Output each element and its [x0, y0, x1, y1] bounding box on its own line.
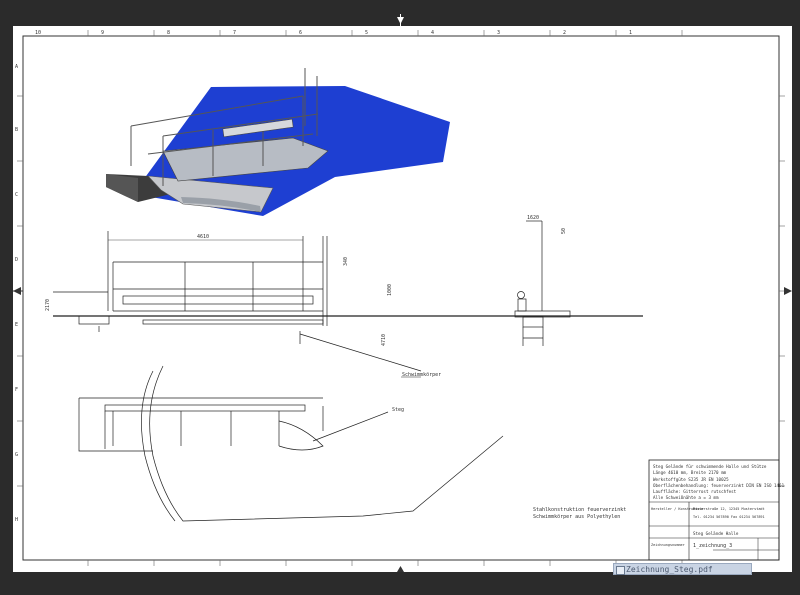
dim-length: 4610 — [197, 234, 209, 240]
title-line6: Alle Schweißnähte a = 3 mm — [653, 495, 719, 500]
centering-marks — [13, 287, 792, 572]
title-line4: Oberflächenbehandlung: feuerverzinkt DIN… — [653, 483, 785, 488]
title-line3: Werkstoffgüte S235 JR EN 10025 — [653, 477, 729, 482]
frame-num: 6 — [299, 30, 302, 36]
plan-view — [78, 365, 504, 522]
pdf-file-icon — [616, 566, 625, 575]
frame-letter: D — [15, 257, 18, 263]
file-tab[interactable]: Zeichnung_Steg.pdf — [613, 563, 752, 575]
frame-num: 2 — [563, 30, 566, 36]
field-label: Zeichnungsnummer — [651, 543, 685, 547]
frame-letter: G — [15, 452, 18, 458]
title-line2: Länge 4610 mm, Breite 2170 mm — [653, 470, 727, 475]
drawing-name: Steg Gelände Halle — [693, 531, 739, 536]
side-view — [53, 231, 643, 372]
end-view — [514, 220, 571, 346]
frame-num: 9 — [101, 30, 104, 36]
file-tab-label: Zeichnung_Steg.pdf — [626, 565, 713, 574]
dim-end-height: 50 — [561, 228, 567, 234]
dim-end-width: 1620 — [527, 215, 539, 221]
page-top-arrow-icon — [397, 14, 404, 26]
technical-drawing: 10 9 8 7 6 5 4 3 2 1 A B C D E F G H 461… — [13, 30, 792, 572]
drawing-sheet: 10 9 8 7 6 5 4 3 2 1 A B C D E F G H 461… — [13, 26, 792, 572]
note-line1: Stahlkonstruktion feuerverzinkt — [533, 507, 626, 513]
isometric-view — [106, 68, 450, 216]
company-address: Musterstraße 12, 12345 Musterstadt — [693, 507, 765, 511]
dim-small: 340 — [343, 257, 349, 266]
frame-num: 10 — [35, 30, 41, 36]
label-steg: Steg — [392, 407, 404, 413]
frame-num: 3 — [497, 30, 500, 36]
viewer-toolbar — [0, 0, 800, 26]
frame-letter: F — [15, 387, 18, 393]
drawing-number: 1_zeichnung_3 — [693, 543, 732, 549]
frame-letter: A — [15, 64, 18, 70]
frame-num: 4 — [431, 30, 434, 36]
dim-side: 4710 — [381, 334, 387, 346]
note-line2: Schwimmkörper aus Polyethylen — [533, 514, 620, 520]
dim-height: 2170 — [45, 299, 51, 311]
frame-num: 8 — [167, 30, 170, 36]
frame-letter: E — [15, 322, 18, 328]
frame-letter: H — [15, 517, 18, 523]
frame-num: 1 — [629, 30, 632, 36]
frame-num: 7 — [233, 30, 236, 36]
company-contact: Tel. 01234 567890 Fax 01234 567891 — [693, 515, 765, 519]
frame-num: 5 — [365, 30, 368, 36]
frame-letter: C — [15, 192, 18, 198]
dim-rail-height: 1000 — [387, 284, 393, 296]
frame-letter: B — [15, 127, 18, 133]
title-line5: Lauffläche: Gitterrost rutschfest — [653, 489, 737, 494]
title-line1: Steg Gelände für schwimmende Halle und S… — [653, 464, 767, 469]
